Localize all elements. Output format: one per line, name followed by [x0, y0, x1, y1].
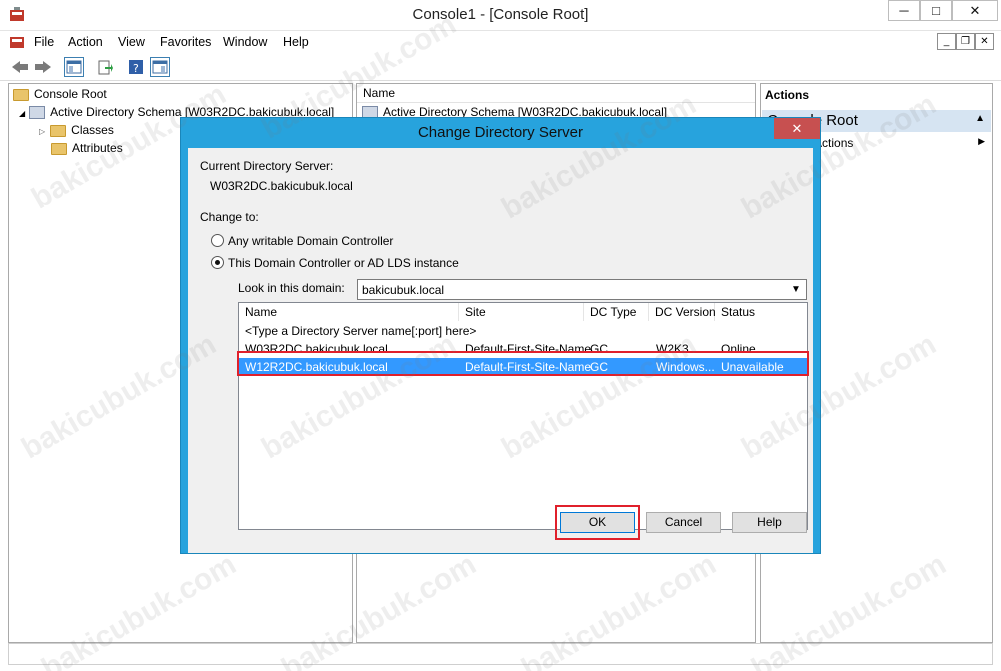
window-titlebar: Console1 - [Console Root] ─ □ ✕ [0, 0, 1001, 31]
dialog-close-button[interactable]: ✕ [774, 118, 820, 139]
toolbar: ? [0, 53, 1001, 81]
cancel-button[interactable]: Cancel [646, 512, 721, 533]
radio-any-writable-dc[interactable] [211, 234, 224, 247]
status-bar [8, 643, 993, 665]
column-header-name[interactable]: Name [239, 303, 459, 321]
actions-header: Actions [765, 88, 810, 102]
current-server-label: Current Directory Server: [200, 159, 334, 173]
schema-snapin-icon [29, 106, 46, 120]
menu-action[interactable]: Action [68, 35, 103, 49]
show-hide-action-pane-icon[interactable] [150, 57, 170, 77]
tree-item-console-root[interactable]: Console Root [13, 85, 107, 103]
export-list-icon[interactable] [95, 57, 115, 77]
column-header-name[interactable]: Name [357, 84, 755, 103]
menu-help[interactable]: Help [283, 35, 309, 49]
current-server-value: W03R2DC.bakicubuk.local [210, 179, 353, 193]
folder-icon [50, 124, 67, 137]
help-icon[interactable]: ? [126, 57, 146, 77]
column-header-site[interactable]: Site [459, 303, 584, 321]
radio-this-dc[interactable] [211, 256, 224, 269]
chevron-down-icon[interactable]: ▼ [788, 281, 804, 298]
menu-favorites[interactable]: Favorites [160, 35, 211, 49]
tree-item-classes[interactable]: ▷ Classes [39, 121, 114, 139]
collapse-up-icon[interactable]: ▲ [975, 113, 985, 124]
radio-any-writable-dc-label[interactable]: Any writable Domain Controller [228, 234, 393, 248]
menu-view[interactable]: View [118, 35, 145, 49]
menu-bar: File Action View Favorites Window Help [0, 31, 1001, 53]
help-button[interactable]: Help [732, 512, 807, 533]
dialog-title: Change Directory Server [181, 118, 820, 148]
window-title: Console1 - [Console Root] [412, 6, 589, 23]
domain-combobox[interactable]: bakicubuk.local ▼ [357, 279, 807, 300]
collapsed-chevron-icon[interactable]: ▷ [39, 127, 45, 136]
maximize-button[interactable]: □ [920, 0, 952, 21]
dialog-body: Current Directory Server: W03R2DC.bakicu… [188, 148, 813, 553]
minimize-button[interactable]: ─ [888, 0, 920, 21]
tree-item-attributes[interactable]: Attributes [51, 139, 123, 157]
column-header-status[interactable]: Status [715, 303, 807, 321]
domain-combobox-value: bakicubuk.local [362, 283, 445, 297]
look-in-domain-label: Look in this domain: [238, 281, 345, 295]
expanded-chevron-icon[interactable]: ◢ [19, 109, 25, 118]
folder-icon [51, 142, 67, 155]
change-to-label: Change to: [200, 210, 259, 224]
mmc-child-icon[interactable] [9, 34, 25, 50]
column-header-dc-type[interactable]: DC Type [584, 303, 649, 321]
menu-file[interactable]: File [34, 35, 54, 49]
selection-highlight-annotation [237, 351, 809, 376]
list-item-type-server[interactable]: <Type a Directory Server name[:port] her… [239, 322, 807, 340]
change-directory-server-dialog: Change Directory Server ✕ Current Direct… [181, 118, 820, 553]
ok-button-highlight-annotation [555, 505, 640, 540]
folder-icon [13, 88, 29, 101]
svg-text:?: ? [133, 62, 139, 75]
menu-window[interactable]: Window [223, 35, 267, 49]
close-button[interactable]: ✕ [952, 0, 998, 21]
child-restore-button[interactable]: ❐ [956, 33, 975, 50]
back-arrow-icon[interactable] [10, 57, 30, 77]
submenu-arrow-icon: ▶ [978, 136, 985, 146]
column-header-dc-version[interactable]: DC Version [649, 303, 716, 321]
radio-this-dc-label[interactable]: This Domain Controller or AD LDS instanc… [228, 256, 459, 270]
server-list[interactable]: Name Site DC Type DC Version Status <Typ… [238, 302, 808, 530]
show-hide-console-tree-icon[interactable] [64, 57, 84, 77]
forward-arrow-icon[interactable] [33, 57, 53, 77]
child-close-button[interactable]: ✕ [975, 33, 994, 50]
child-minimize-button[interactable]: _ [937, 33, 956, 50]
